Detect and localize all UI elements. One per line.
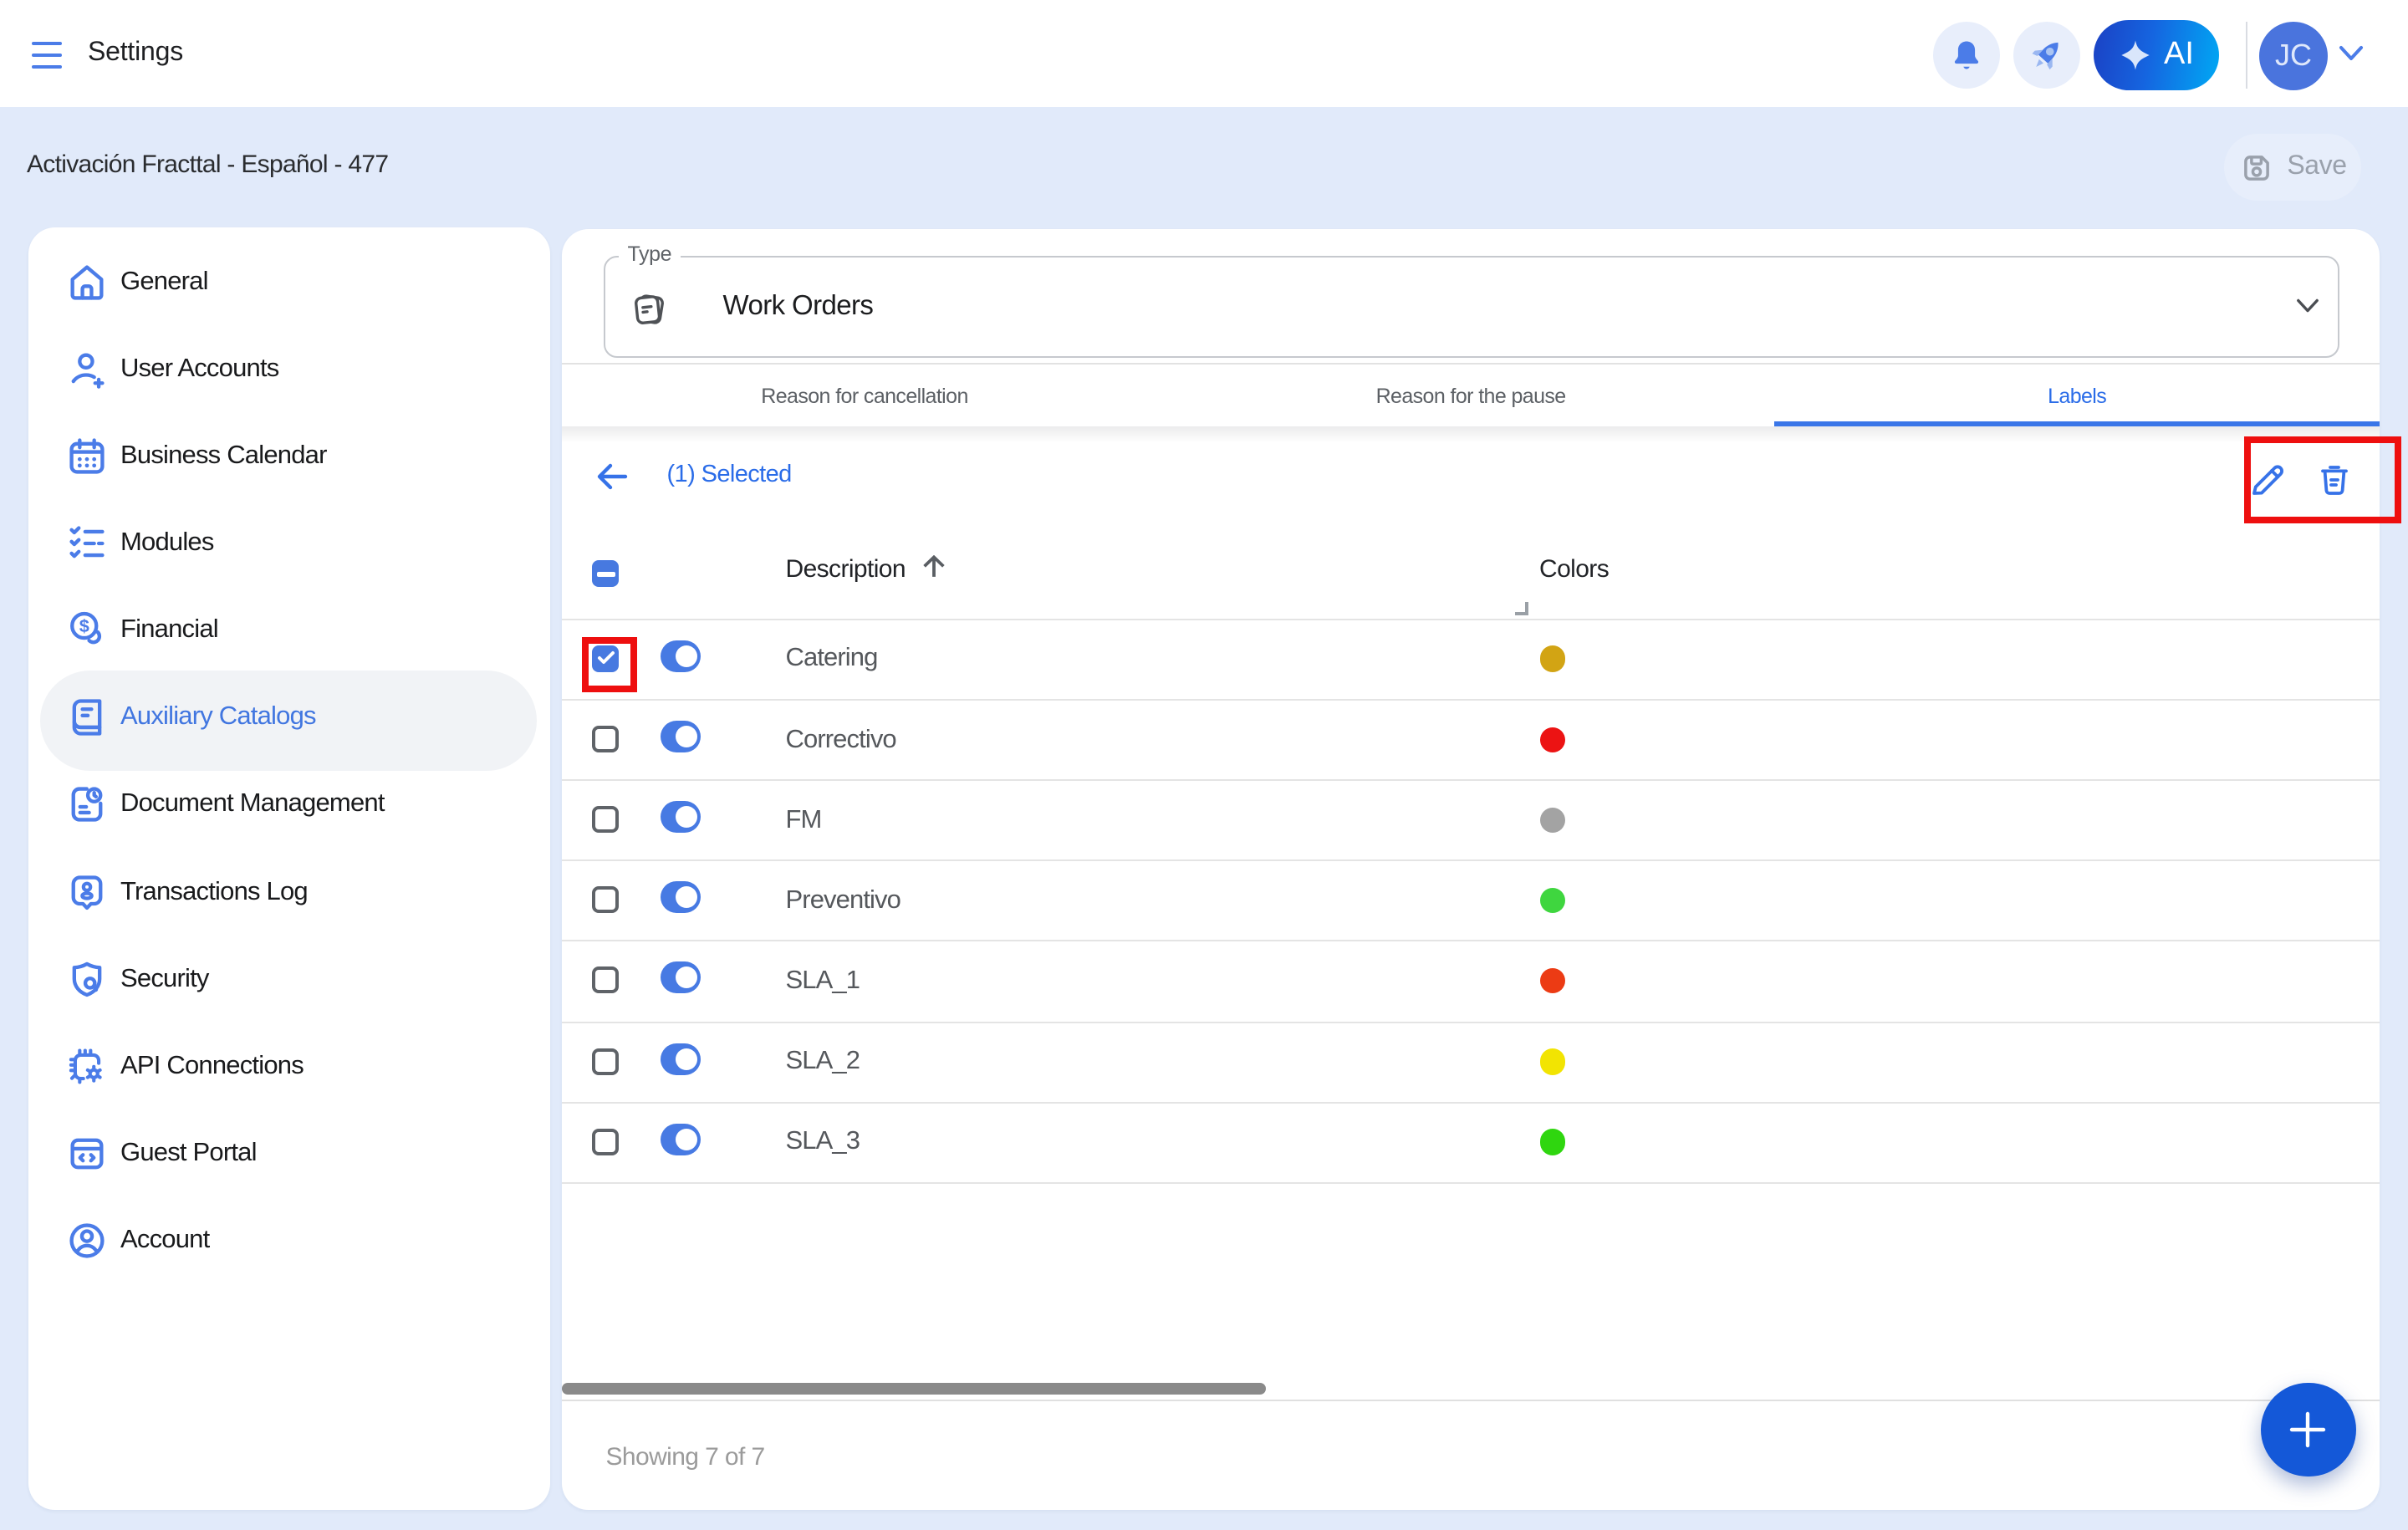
svg-text:$: $ xyxy=(79,616,89,637)
